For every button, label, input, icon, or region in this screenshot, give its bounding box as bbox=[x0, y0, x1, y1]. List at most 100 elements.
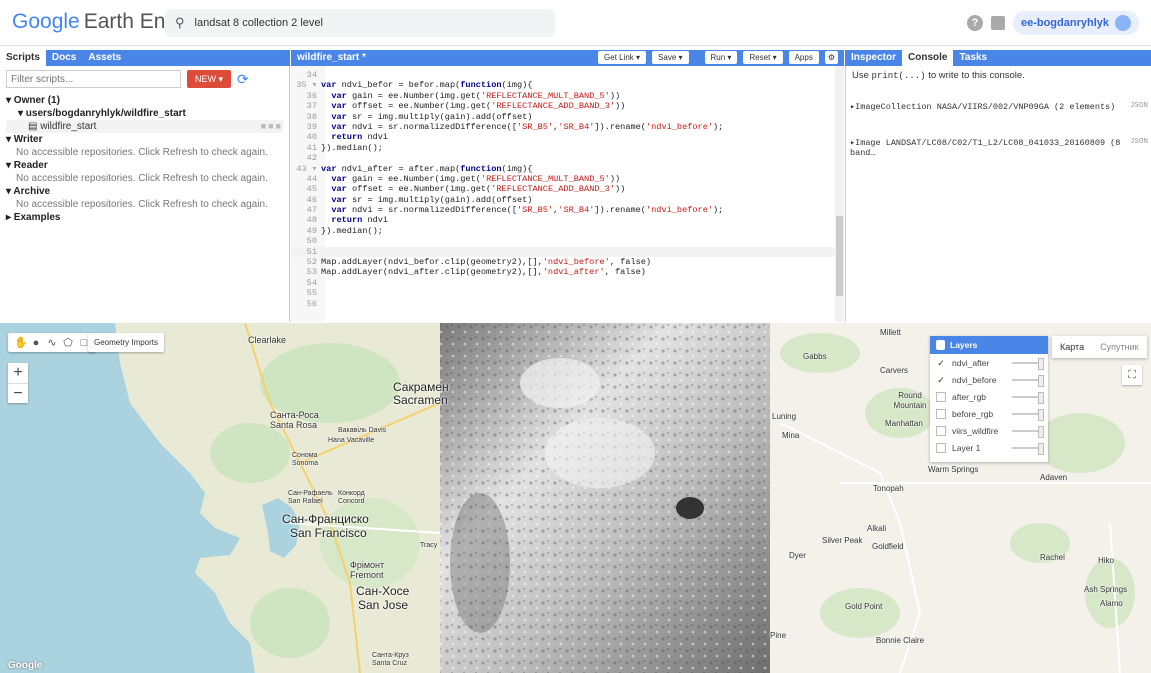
layer-checkbox[interactable] bbox=[936, 442, 946, 453]
code-line[interactable]: 50 bbox=[291, 236, 844, 246]
code-line[interactable]: 35 ▾ var ndvi_befor = befor.map(function(… bbox=[291, 80, 844, 90]
code-line[interactable]: 51 bbox=[291, 246, 844, 258]
editor-scrollbar[interactable] bbox=[835, 66, 844, 322]
code-editor[interactable]: 34 35 ▾ var ndvi_befor = befor.map(functio… bbox=[291, 66, 844, 322]
apps-button[interactable]: Apps bbox=[788, 51, 819, 64]
console-item-image[interactable]: ▸Image LANDSAT/LC08/C02/T1_L2/LC08_04103… bbox=[850, 138, 1148, 158]
code-line[interactable]: 55 bbox=[291, 288, 844, 298]
layers-header[interactable]: Layers bbox=[930, 336, 1048, 354]
place-label: Gold Point bbox=[845, 602, 883, 611]
code-line[interactable]: 43 ▾ var ndvi_after = after.map(function(… bbox=[291, 164, 844, 174]
code-line[interactable]: 52 Map.addLayer(ndvi_befor.clip(geometry2… bbox=[291, 257, 844, 267]
layer-checkbox[interactable]: ✓ bbox=[936, 375, 946, 385]
line-number: 38 bbox=[306, 111, 317, 122]
opacity-slider[interactable] bbox=[1012, 408, 1044, 421]
tab-assets[interactable]: Assets bbox=[82, 50, 127, 66]
hand-tool-icon[interactable]: ✋ bbox=[14, 336, 28, 349]
map-type-satellite[interactable]: Супутник bbox=[1092, 336, 1146, 358]
tree-file-wildfire-start[interactable]: ▤ wildfire_start ■■■ bbox=[6, 120, 283, 133]
tree-archive[interactable]: ▾ Archive bbox=[6, 185, 283, 198]
code-line[interactable]: 49}).median(); bbox=[291, 226, 844, 236]
layer-row[interactable]: ✓ ndvi_before bbox=[930, 371, 1048, 388]
search-box[interactable]: ⚲ bbox=[165, 9, 555, 37]
line-number: 53 bbox=[306, 267, 317, 278]
layer-checkbox[interactable] bbox=[936, 425, 946, 436]
zoom-control: + − bbox=[8, 363, 28, 403]
file-actions-icon[interactable]: ■■■ bbox=[261, 120, 283, 133]
search-input[interactable] bbox=[194, 17, 535, 29]
code-line[interactable]: 39 var ndvi = sr.normalizedDifference(['… bbox=[291, 122, 844, 132]
help-icon[interactable]: ? bbox=[966, 15, 983, 31]
tree-owner[interactable]: ▾ Owner (1) bbox=[6, 94, 283, 107]
map-canvas[interactable]: ✋ ● ∿ ⬠ □ Geometry Imports + − Clearlake… bbox=[0, 323, 1151, 673]
get-link-button[interactable]: Get Link ▾ bbox=[598, 51, 647, 64]
code-line[interactable]: 54 bbox=[291, 278, 844, 288]
user-account-button[interactable]: ee-bogdanryhlyk bbox=[1012, 11, 1139, 35]
code-line[interactable]: 56 bbox=[291, 299, 844, 309]
code-line[interactable]: 47 var ndvi = sr.normalizedDifference(['… bbox=[291, 205, 844, 215]
polygon-tool-icon[interactable]: ⬠ bbox=[62, 336, 74, 349]
layer-row[interactable]: after_rgb bbox=[930, 388, 1048, 405]
line-text: var gain = ee.Number(img.get('REFLECTANC… bbox=[331, 173, 621, 184]
geometry-imports-button[interactable]: Geometry Imports bbox=[88, 333, 165, 352]
opacity-slider[interactable] bbox=[1012, 357, 1044, 370]
save-button[interactable]: Save ▾ bbox=[652, 51, 689, 64]
code-line[interactable]: 38 var sr = img.multiply(gain).add(offse… bbox=[291, 112, 844, 122]
layer-checkbox[interactable] bbox=[936, 408, 946, 419]
code-line[interactable]: 41}).median(); bbox=[291, 143, 844, 153]
tab-console[interactable]: Console bbox=[902, 50, 954, 66]
new-script-button[interactable]: NEW ▾ bbox=[187, 70, 231, 88]
editor-file-tab[interactable]: wildfire_start * bbox=[291, 50, 372, 66]
opacity-slider[interactable] bbox=[1012, 391, 1044, 404]
json-toggle[interactable]: JSON bbox=[1130, 138, 1148, 158]
run-button[interactable]: Run ▾ bbox=[704, 51, 738, 64]
tab-docs[interactable]: Docs bbox=[46, 50, 82, 66]
refresh-icon[interactable]: ⟳ bbox=[237, 71, 249, 88]
zoom-out-button[interactable]: − bbox=[8, 383, 28, 403]
opacity-slider[interactable] bbox=[1012, 442, 1044, 455]
zoom-in-button[interactable]: + bbox=[8, 363, 28, 383]
filter-scripts-input[interactable] bbox=[6, 70, 181, 88]
code-line[interactable]: 48 return ndvi bbox=[291, 215, 844, 225]
hint-post: to write to this console. bbox=[925, 70, 1025, 81]
tab-tasks[interactable]: Tasks bbox=[953, 50, 993, 66]
json-toggle[interactable]: JSON bbox=[1130, 102, 1148, 112]
tree-examples[interactable]: ▸ Examples bbox=[6, 211, 283, 224]
opacity-slider[interactable] bbox=[1012, 374, 1044, 387]
drawing-tools: ✋ ● ∿ ⬠ □ bbox=[8, 333, 96, 352]
code-line[interactable]: 46 var sr = img.multiply(gain).add(offse… bbox=[291, 195, 844, 205]
layer-row[interactable]: ✓ ndvi_after bbox=[930, 354, 1048, 371]
line-number: 36 bbox=[306, 90, 317, 101]
code-line[interactable]: 40 return ndvi bbox=[291, 132, 844, 142]
notebook-icon[interactable] bbox=[990, 16, 1005, 30]
code-line[interactable]: 42 bbox=[291, 153, 844, 163]
layer-checkbox[interactable] bbox=[936, 391, 946, 402]
line-tool-icon[interactable]: ∿ bbox=[46, 336, 58, 349]
editor-scroll-thumb[interactable] bbox=[836, 216, 843, 296]
tree-writer[interactable]: ▾ Writer bbox=[6, 133, 283, 146]
point-tool-icon[interactable]: ● bbox=[30, 337, 42, 349]
map-type-map[interactable]: Карта bbox=[1052, 336, 1092, 358]
place-label: Silver Peak bbox=[822, 536, 863, 545]
layer-row[interactable]: Layer 1 bbox=[930, 439, 1048, 456]
code-line[interactable]: 37 var offset = ee.Number(img.get('REFLE… bbox=[291, 101, 844, 111]
opacity-slider[interactable] bbox=[1012, 425, 1044, 438]
layer-row[interactable]: viirs_wildfire bbox=[930, 422, 1048, 439]
place-label: Alamo bbox=[1100, 599, 1123, 608]
layer-checkbox[interactable]: ✓ bbox=[936, 358, 946, 368]
code-line[interactable]: 34 bbox=[291, 70, 844, 80]
tree-repo[interactable]: ▾ users/bogdanryhlyk/wildfire_start bbox=[6, 107, 283, 120]
layer-row[interactable]: before_rgb bbox=[930, 405, 1048, 422]
tab-inspector[interactable]: Inspector bbox=[845, 50, 902, 66]
code-line[interactable]: 53 Map.addLayer(ndvi_after.clip(geometry2… bbox=[291, 267, 844, 277]
reset-button[interactable]: Reset ▾ bbox=[743, 51, 783, 64]
code-line[interactable]: 44 var gain = ee.Number(img.get('REFLECT… bbox=[291, 174, 844, 184]
layer-name: ndvi_after bbox=[952, 357, 990, 368]
code-line[interactable]: 36 var gain = ee.Number(img.get('REFLECT… bbox=[291, 91, 844, 101]
gear-icon[interactable]: ⚙ bbox=[824, 51, 838, 64]
tree-reader[interactable]: ▾ Reader bbox=[6, 159, 283, 172]
console-item-imagecollection[interactable]: ▸ImageCollection NASA/VIIRS/002/VNP09GA … bbox=[850, 102, 1148, 112]
fullscreen-icon[interactable]: ⛶ bbox=[1122, 365, 1142, 385]
code-line[interactable]: 45 var offset = ee.Number(img.get('REFLE… bbox=[291, 184, 844, 194]
tab-scripts[interactable]: Scripts bbox=[0, 50, 46, 66]
